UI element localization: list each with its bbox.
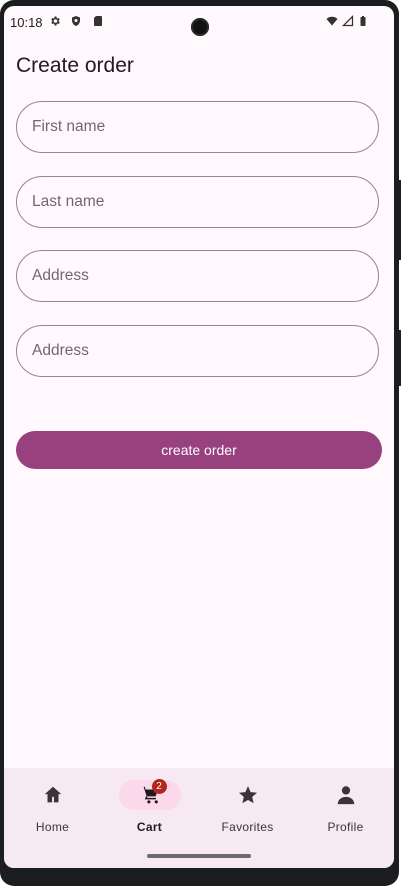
first-name-input[interactable]	[17, 102, 378, 152]
front-camera	[191, 18, 209, 36]
shield-icon	[72, 16, 80, 26]
cart-badge: 2	[151, 779, 167, 794]
nav-label-favorites: Favorites	[221, 820, 274, 834]
last-name-input[interactable]	[17, 177, 378, 227]
screen: 10:18 Create order First name Last name …	[4, 6, 394, 868]
gesture-bar[interactable]	[147, 854, 251, 858]
profile-icon	[337, 786, 354, 805]
gear-icon	[51, 16, 60, 26]
wifi-icon	[326, 16, 338, 26]
nav-label-profile: Profile	[327, 820, 364, 834]
star-icon	[238, 786, 257, 804]
nav-label-home: Home	[35, 820, 70, 834]
home-icon	[44, 786, 61, 803]
page-title: Create order	[16, 54, 134, 77]
power-button	[396, 180, 401, 260]
nav-item-cart[interactable]: 2 Cart	[101, 768, 198, 848]
address-field-2[interactable]	[16, 325, 379, 377]
nav-item-profile[interactable]: Profile	[297, 768, 394, 848]
nav-item-favorites[interactable]: Favorites	[199, 768, 296, 848]
create-order-button[interactable]: create order	[16, 431, 382, 469]
last-name-field[interactable]	[16, 176, 379, 228]
sd-card-icon	[94, 16, 102, 26]
nav-label-cart: Cart	[136, 820, 163, 834]
address-field[interactable]	[16, 250, 379, 302]
address-input-2[interactable]	[17, 326, 378, 376]
battery-icon	[360, 16, 366, 26]
first-name-field[interactable]	[16, 101, 379, 153]
signal-icon	[342, 15, 354, 27]
address-input[interactable]	[17, 251, 378, 301]
nav-item-home[interactable]: Home	[4, 768, 101, 848]
volume-button	[396, 330, 401, 386]
bottom-navigation: Home 2 Cart Favorites Profile	[4, 768, 394, 868]
device-frame: 10:18 Create order First name Last name …	[0, 0, 401, 886]
status-time: 10:18	[10, 15, 43, 30]
